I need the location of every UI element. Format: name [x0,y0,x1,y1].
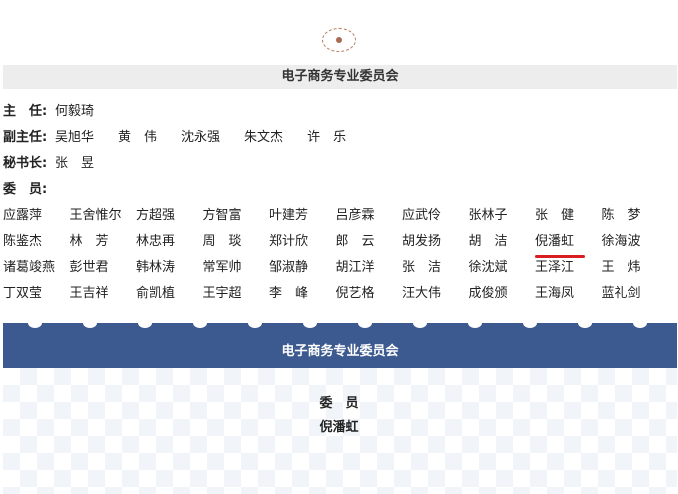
role-label: 秘书长: [3,156,48,171]
member-name[interactable]: 应武伶 [402,206,469,232]
role-name: 沈永强 [181,130,221,145]
role-name: 黄 伟 [118,130,158,145]
strip-notch [468,318,482,328]
role-name: 朱文杰 [244,130,284,145]
member-name[interactable]: 俞凯植 [136,284,203,310]
member-name[interactable]: 郑计欣 [269,232,336,258]
strip-notch [193,318,207,328]
member-name[interactable]: 郎 云 [336,232,403,258]
roles-list: 主 任: 何毅琦 副主任: 吴旭华 黄 伟 沈永强 朱文杰 许 乐 秘书长: 张… [3,102,370,206]
member-row: 陈鉴杰林 芳林忠再周 琰郑计欣郎 云胡发扬胡 洁倪潘虹 徐海波 [3,232,668,258]
member-name[interactable]: 王 炜 [602,258,669,284]
member-name[interactable]: 陈鉴杰 [3,232,70,258]
role-label: 主 任: [3,104,48,119]
member-name[interactable]: 常军帅 [203,258,270,284]
detail-name: 倪潘虹 [319,420,359,435]
member-name[interactable]: 徐沈斌 [469,258,536,284]
member-name[interactable]: 王泽江 [535,258,602,284]
member-name[interactable]: 张 健 [535,206,602,232]
member-name[interactable]: 李 峰 [269,284,336,310]
member-name[interactable]: 王吉祥 [70,284,137,310]
role-row-director: 主 任: 何毅琦 [3,102,370,128]
member-name[interactable]: 邹淑静 [269,258,336,284]
role-name: 许 乐 [307,130,347,145]
role-row-members: 委 员: [3,180,370,206]
role-name: 吴旭华 [55,130,95,145]
member-name[interactable]: 应露萍 [3,206,70,232]
member-name[interactable]: 韩林涛 [136,258,203,284]
member-name[interactable]: 胡发扬 [402,232,469,258]
strip-notch [138,318,152,328]
member-row: 诸葛竣燕 彭世君 韩林涛 常军帅 邹淑静 胡江洋张 洁徐沈斌 王泽江王 炜 [3,258,668,284]
member-name[interactable]: 叶建芳 [269,206,336,232]
member-name[interactable]: 方智富 [203,206,270,232]
member-detail: 委 员 倪潘虹 [0,392,678,440]
member-name[interactable]: 徐海波 [602,232,669,258]
member-name[interactable]: 林忠再 [136,232,203,258]
top-ornament [322,28,356,52]
member-row: 丁双莹 王吉祥 俞凯植 王宇超李 峰倪艺格 汪大伟 成俊颁 王海凤 蓝礼剑 [3,284,668,310]
role-row-vice-director: 副主任: 吴旭华 黄 伟 沈永强 朱文杰 许 乐 [3,128,370,154]
member-name[interactable]: 成俊颁 [469,284,536,310]
strip-notch [578,318,592,328]
banner-title: 电子商务专业委员会 [281,344,399,359]
member-name[interactable]: 王舍惟尔 [70,206,137,232]
member-name[interactable]: 诸葛竣燕 [3,258,70,284]
member-name[interactable]: 汪大伟 [402,284,469,310]
strip-notch [413,318,427,328]
member-name[interactable]: 方超强 [136,206,203,232]
strip-notch [248,318,262,328]
ornament-dot [336,37,342,43]
member-name[interactable]: 王宇超 [203,284,270,310]
member-name-selected[interactable]: 倪潘虹 [535,232,602,258]
strip-notch [633,318,647,328]
member-name[interactable]: 张 洁 [402,258,469,284]
member-name[interactable]: 蓝礼剑 [602,284,669,310]
committee-header: 电子商务专业委员会 [3,65,677,89]
member-row: 应露萍 王舍惟尔 方超强 方智富 叶建芳 吕彦霖 应武伶 张林子张 健陈 梦 [3,206,668,232]
role-name: 张 昱 [55,156,95,171]
members-grid: 应露萍 王舍惟尔 方超强 方智富 叶建芳 吕彦霖 应武伶 张林子张 健陈 梦陈鉴杰林 芳林忠再… [3,206,668,310]
member-name[interactable]: 彭世君 [70,258,137,284]
role-label: 副主任: [3,130,48,145]
member-name[interactable]: 丁双莹 [3,284,70,310]
role-row-secretary: 秘书长: 张 昱 [3,154,370,180]
strip-notch [358,318,372,328]
strip-notch [28,318,42,328]
detail-role: 委 员 [319,396,359,411]
member-name[interactable]: 倪艺格 [336,284,403,310]
strip-notch [83,318,97,328]
member-name[interactable]: 陈 梦 [602,206,669,232]
committee-banner: 电子商务专业委员会 [3,318,677,368]
member-name[interactable]: 胡江洋 [336,258,403,284]
strip-notch [523,318,537,328]
role-label: 委 员: [3,182,48,197]
member-name[interactable]: 王海凤 [535,284,602,310]
member-name[interactable]: 吕彦霖 [336,206,403,232]
role-name: 何毅琦 [55,104,95,119]
member-name[interactable]: 林 芳 [70,232,137,258]
member-name[interactable]: 张林子 [469,206,536,232]
member-name[interactable]: 周 琰 [203,232,270,258]
strip-notch [303,318,317,328]
member-name[interactable]: 胡 洁 [469,232,536,258]
